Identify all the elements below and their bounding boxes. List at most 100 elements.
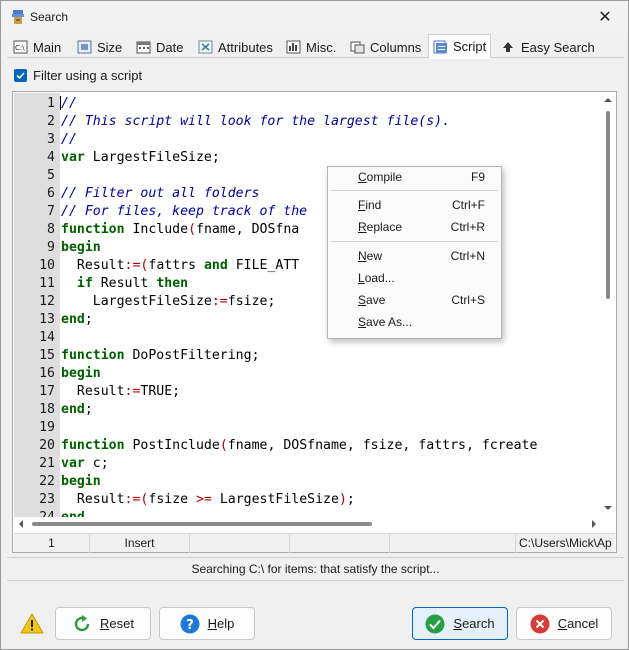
code-token: // <box>61 132 77 147</box>
line-number: 16 <box>39 366 55 381</box>
code-token: fname, DOSfname, fsize, fattrs, fcreate <box>227 438 538 453</box>
title-bar: Search ✕ <box>1 1 628 33</box>
line-number: 21 <box>39 456 55 471</box>
code-token: ; <box>346 492 355 507</box>
tab-label: Easy Search <box>521 39 595 55</box>
tab-main[interactable]: C:\ Main <box>9 36 65 58</box>
menu-item-new[interactable]: New Ctrl+N <box>328 246 501 266</box>
line-number: 10 <box>39 258 55 273</box>
line-number: 9 <box>47 240 55 255</box>
code-line: Result:=TRUE; <box>61 383 180 401</box>
help-icon: ? <box>180 614 200 633</box>
cancel-button[interactable]: Cancel <box>516 607 612 640</box>
line-number: 11 <box>39 276 55 291</box>
tab-date[interactable]: Date <box>132 36 187 58</box>
menu-item-find[interactable]: Find Ctrl+F <box>328 195 501 215</box>
help-button[interactable]: ? Help <box>159 607 255 640</box>
warning-icon[interactable] <box>20 613 44 634</box>
code-line: var c; <box>61 455 109 473</box>
misc-icon <box>286 40 301 54</box>
tab-label: Attributes <box>218 39 273 55</box>
status-cell-empty <box>390 534 516 553</box>
menu-label: New <box>358 249 383 263</box>
tab-attributes[interactable]: Attributes <box>194 36 277 58</box>
code-token: := <box>124 384 141 399</box>
scroll-down-icon[interactable] <box>604 505 612 511</box>
menu-label: Save <box>358 293 386 307</box>
code-token: Result <box>61 258 125 273</box>
horizontal-scroll-thumb[interactable] <box>32 522 372 526</box>
code-token: LargestFileSize <box>211 492 339 507</box>
code-line: var LargestFileSize; <box>61 149 220 167</box>
tab-label: Columns <box>370 39 422 55</box>
tab-columns[interactable]: Columns <box>346 36 425 58</box>
code-token: function <box>61 438 125 453</box>
search-button[interactable]: Search <box>412 607 508 640</box>
code-line: // This script will look for the largest… <box>61 113 450 131</box>
code-token: fsize <box>148 492 197 507</box>
scroll-up-icon[interactable] <box>604 97 612 103</box>
reset-icon <box>74 614 90 631</box>
tab-easy-search[interactable]: Easy Search <box>497 36 599 58</box>
code-token: TRUE; <box>140 384 181 399</box>
script-icon <box>433 40 447 53</box>
filter-checkbox[interactable] <box>14 69 27 82</box>
vertical-scrollbar[interactable] <box>601 93 615 517</box>
window-title: Search <box>30 10 69 24</box>
menu-item-compile[interactable]: Compile F9 <box>328 167 501 187</box>
size-icon <box>77 40 92 54</box>
horizontal-scrollbar[interactable] <box>14 517 603 531</box>
line-number: 2 <box>47 114 55 129</box>
reset-button[interactable]: Reset <box>55 607 151 640</box>
code-token: fattrs <box>148 258 204 273</box>
editor-status-bar: 1 Insert C:\Users\Mick\Ap <box>14 533 615 553</box>
menu-label: Replace <box>358 220 403 234</box>
menu-item-replace[interactable]: Replace Ctrl+R <box>328 217 501 237</box>
easy-search-icon <box>503 42 513 52</box>
close-button[interactable]: ✕ <box>582 1 628 33</box>
line-number: 18 <box>39 402 55 417</box>
insert-mode-status: Insert <box>90 534 190 553</box>
line-number: 15 <box>39 348 55 363</box>
line-number: 7 <box>47 204 55 219</box>
filter-using-script-row[interactable]: Filter using a script <box>14 68 142 83</box>
scroll-right-icon[interactable] <box>591 520 597 528</box>
code-token: c; <box>84 456 109 471</box>
line-number: 23 <box>39 492 55 507</box>
search-label: Search <box>453 616 495 631</box>
tab-script[interactable]: Script <box>428 34 492 59</box>
tab-misc[interactable]: Misc. <box>282 36 340 58</box>
code-token: fname, DOSfna <box>196 222 300 237</box>
vertical-scroll-thumb[interactable] <box>606 111 610 299</box>
cancel-icon <box>530 614 550 633</box>
code-line: // Filter out all folders <box>61 185 260 203</box>
code-token: // This script will look for the largest… <box>61 114 451 129</box>
menu-item-load[interactable]: Load... <box>328 268 501 288</box>
scroll-left-icon[interactable] <box>18 520 24 528</box>
drive-icon: C:\ <box>13 40 28 54</box>
menu-item-save-as[interactable]: Save As... <box>328 312 501 332</box>
tab-label: Main <box>33 39 62 55</box>
menu-shortcut: Ctrl+F <box>452 198 485 212</box>
line-number: 19 <box>39 420 55 435</box>
code-token: ; <box>84 402 93 417</box>
code-token: Result <box>92 276 157 291</box>
line-number: 14 <box>39 330 55 345</box>
menu-label: Compile <box>358 170 403 184</box>
code-token: Result <box>61 492 125 507</box>
code-token: end <box>61 402 85 417</box>
tab-label: Script <box>453 39 487 54</box>
menu-separator <box>331 241 498 242</box>
code-line: begin <box>61 239 101 257</box>
line-number: 17 <box>39 384 55 399</box>
tab-size[interactable]: Size <box>73 36 126 58</box>
menu-item-save[interactable]: Save Ctrl+S <box>328 290 501 310</box>
script-editor[interactable]: 123456789101112131415161718192021222324 … <box>12 91 617 553</box>
line-number: 22 <box>39 474 55 489</box>
code-token: and <box>203 258 228 273</box>
code-token: ) <box>338 492 347 507</box>
line-number: 8 <box>47 222 55 237</box>
code-token: ; <box>84 312 93 327</box>
code-token: FILE_ATT <box>227 258 300 273</box>
